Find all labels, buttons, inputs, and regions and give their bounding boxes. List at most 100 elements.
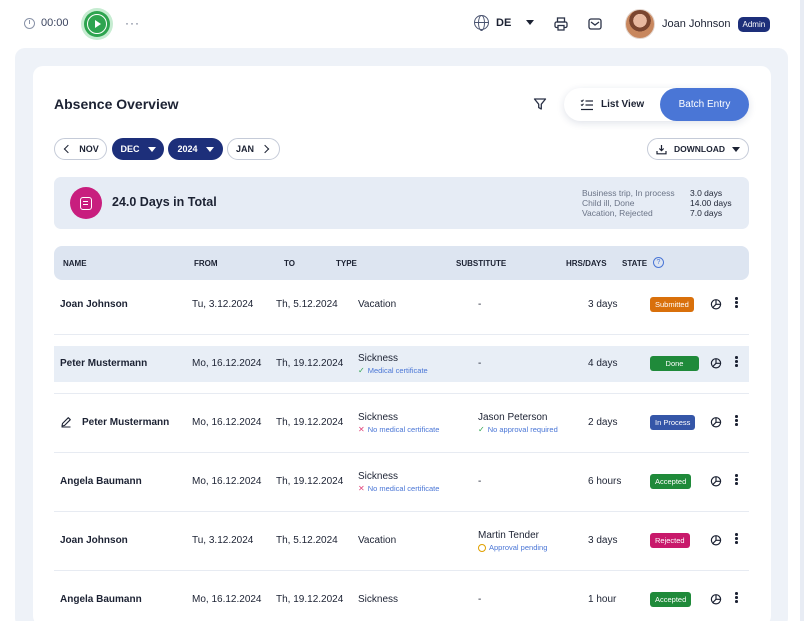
- status-badge: Submitted: [650, 297, 694, 312]
- type-label: Sickness: [358, 353, 399, 364]
- filter-icon: [533, 98, 547, 110]
- table-row[interactable]: Peter Mustermann Mo, 16.12.2024 Th, 19.1…: [54, 405, 749, 441]
- row-menu-icon[interactable]: [735, 415, 738, 427]
- column-header-name[interactable]: NAME: [63, 259, 87, 268]
- table-row[interactable]: Joan Johnson Tu, 3.12.2024 Th, 5.12.2024…: [54, 287, 749, 323]
- role-badge: Admin: [737, 16, 771, 32]
- from-date: Mo, 16.12.2024: [192, 476, 262, 487]
- row-menu-icon[interactable]: [735, 592, 738, 604]
- status-badge: In Process: [650, 415, 696, 430]
- status-badge: Done: [650, 356, 699, 371]
- to-date: Th, 19.12.2024: [276, 358, 344, 369]
- breakdown-value: 7.0 days: [690, 208, 723, 218]
- duration: 3 days: [588, 299, 618, 310]
- printer-icon: [554, 17, 568, 31]
- table-row[interactable]: Joan Johnson Tu, 3.12.2024 Th, 5.12.2024…: [54, 523, 749, 559]
- prev-month-label: NOV: [79, 144, 99, 154]
- month-select[interactable]: DEC: [112, 138, 164, 160]
- row-divider: [54, 393, 749, 394]
- cross-icon: ✕: [358, 425, 365, 434]
- year-select[interactable]: 2024: [168, 138, 223, 160]
- timer-value: 00:00: [41, 17, 69, 29]
- certificate-note-text: Medical certificate: [367, 366, 428, 375]
- download-button[interactable]: DOWNLOAD: [647, 138, 749, 160]
- help-icon[interactable]: ?: [653, 257, 664, 268]
- total-days: 24.0 Days in Total: [112, 195, 217, 209]
- clock-icon: [24, 17, 35, 29]
- column-header-duration[interactable]: HRS/DAYS: [566, 259, 607, 268]
- row-menu-icon[interactable]: [735, 356, 738, 368]
- column-header-substitute[interactable]: SUBSTITUTE: [456, 259, 506, 268]
- duration: 4 days: [588, 358, 618, 369]
- table-row[interactable]: Peter Mustermann Mo, 16.12.2024 Th, 19.1…: [54, 346, 749, 382]
- row-menu-icon[interactable]: [735, 474, 738, 486]
- list-view-label: List View: [601, 99, 645, 110]
- table-row[interactable]: Angela Baumann Mo, 16.12.2024 Th, 19.12.…: [54, 464, 749, 500]
- more-options-button[interactable]: ···: [125, 16, 140, 30]
- filter-button[interactable]: [533, 97, 547, 116]
- to-date: Th, 5.12.2024: [276, 535, 338, 546]
- check-icon: ✓: [478, 425, 485, 434]
- table-row[interactable]: Angela Baumann Mo, 16.12.2024 Th, 19.12.…: [54, 582, 749, 618]
- column-header-to[interactable]: TO: [284, 259, 295, 268]
- month-value: DEC: [120, 144, 140, 154]
- edit-icon[interactable]: [60, 416, 72, 428]
- absence-type: Sickness ✓ Medical certificate: [358, 353, 428, 375]
- absence-type: Vacation: [358, 535, 396, 546]
- type-label: Sickness: [358, 594, 399, 605]
- employee-name: Angela Baumann: [60, 476, 142, 487]
- messages-button[interactable]: [587, 16, 603, 32]
- row-divider: [54, 452, 749, 453]
- approval-note-text: No approval required: [487, 425, 558, 434]
- duration: 3 days: [588, 535, 618, 546]
- report-icon[interactable]: [710, 298, 722, 310]
- row-divider: [54, 570, 749, 571]
- employee-name: Joan Johnson: [60, 535, 128, 546]
- summary-breakdown: Business trip, In process 3.0 days Child…: [582, 188, 732, 218]
- substitute-name: Martin Tender: [478, 530, 539, 541]
- type-label: Sickness: [358, 471, 399, 482]
- breakdown-label: Child ill, Done: [582, 198, 635, 208]
- chevron-down-icon: [205, 146, 214, 152]
- duration: 1 hour: [588, 594, 617, 605]
- type-label: Vacation: [358, 535, 397, 546]
- page-title: Absence Overview: [54, 96, 179, 112]
- prev-month-button[interactable]: NOV: [54, 138, 107, 160]
- breakdown-value: 3.0 days: [690, 188, 723, 198]
- approval-note-text: Approval pending: [489, 543, 548, 552]
- duration: 6 hours: [588, 476, 622, 487]
- type-label: Sickness: [358, 412, 399, 423]
- absence-type: Sickness ✕ No medical certificate: [358, 471, 439, 493]
- user-menu[interactable]: Joan Johnson Admin: [625, 9, 771, 39]
- globe-icon: [474, 15, 489, 31]
- column-header-type[interactable]: TYPE: [336, 259, 357, 268]
- breakdown-row: Vacation, Rejected 7.0 days: [582, 208, 732, 218]
- breakdown-row: Business trip, In process 3.0 days: [582, 188, 732, 198]
- status-badge: Accepted: [650, 474, 692, 489]
- row-menu-icon[interactable]: [735, 533, 738, 545]
- language-value: DE: [496, 16, 512, 29]
- from-date: Mo, 16.12.2024: [192, 358, 262, 369]
- batch-entry-button[interactable]: Batch Entry: [660, 88, 749, 121]
- to-date: Th, 5.12.2024: [276, 299, 338, 310]
- list-view-tab[interactable]: List View: [580, 88, 644, 121]
- report-icon[interactable]: [710, 357, 722, 369]
- report-icon[interactable]: [710, 593, 722, 605]
- to-date: Th, 19.12.2024: [276, 594, 344, 605]
- language-selector[interactable]: DE: [474, 15, 535, 31]
- employee-name: Angela Baumann: [60, 594, 142, 605]
- breakdown-row: Child ill, Done 14.00 days: [582, 198, 732, 208]
- year-value: 2024: [177, 144, 198, 154]
- list-icon: [580, 98, 593, 110]
- report-icon[interactable]: [710, 475, 722, 487]
- row-menu-icon[interactable]: [735, 297, 738, 309]
- next-month-button[interactable]: JAN: [227, 138, 280, 160]
- column-header-state[interactable]: STATE: [622, 259, 647, 268]
- column-header-from[interactable]: FROM: [194, 259, 218, 268]
- print-button[interactable]: [553, 16, 569, 32]
- pending-icon: [478, 543, 486, 552]
- report-icon[interactable]: [710, 416, 722, 428]
- report-icon[interactable]: [710, 534, 722, 546]
- absence-summary: 24.0 Days in Total Business trip, In pro…: [54, 177, 749, 229]
- start-timer-button[interactable]: [84, 11, 110, 37]
